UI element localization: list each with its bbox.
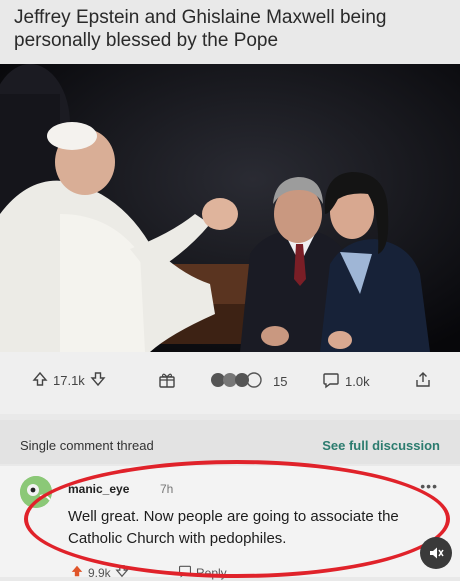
downvote-icon[interactable] — [90, 371, 106, 390]
more-icon[interactable]: ••• — [420, 478, 438, 494]
award-count: 15 — [273, 374, 288, 389]
see-full-discussion-link[interactable]: See full discussion — [322, 438, 440, 453]
avatar[interactable] — [20, 476, 52, 508]
comment-age: 7h — [160, 482, 174, 496]
upvote-icon[interactable] — [32, 371, 48, 390]
comments-button[interactable]: 1.0k — [322, 371, 370, 392]
upvote-count: 17.1k — [53, 373, 85, 388]
comment-count: 1.0k — [345, 374, 370, 389]
reply-label: Reply — [196, 565, 227, 580]
comment-username[interactable]: manic_eye — [68, 482, 129, 496]
downvote-icon[interactable] — [115, 564, 129, 581]
share-button[interactable] — [414, 371, 432, 392]
awards-received[interactable]: 15 — [210, 371, 287, 392]
reply-icon — [178, 564, 192, 581]
comment-icon — [322, 371, 340, 392]
upvote-icon[interactable] — [70, 564, 84, 581]
reply-button[interactable]: Reply — [178, 564, 227, 581]
comment-text: Well great. Now people are going to asso… — [68, 508, 399, 547]
share-icon — [414, 371, 432, 392]
post-action-bar: 17.1k 15 1.0k — [0, 352, 460, 414]
award-icon — [158, 371, 176, 392]
mute-icon[interactable] — [420, 537, 452, 569]
post-title: Jeffrey Epstein and Ghislaine Maxwell be… — [14, 7, 387, 51]
post-image[interactable] — [0, 64, 460, 352]
comment: manic_eye 7h ••• Well great. Now people … — [0, 466, 460, 580]
single-thread-label: Single comment thread — [20, 438, 154, 453]
vote-group: 17.1k — [32, 371, 106, 390]
award-badges-icon — [210, 371, 268, 392]
thread-header: Single comment thread See full discussio… — [0, 420, 460, 464]
photo-illustration — [0, 64, 460, 352]
comment-score: 9.9k — [88, 565, 111, 580]
comment-vote-group: 9.9k — [70, 564, 129, 581]
award-button[interactable] — [158, 371, 176, 392]
